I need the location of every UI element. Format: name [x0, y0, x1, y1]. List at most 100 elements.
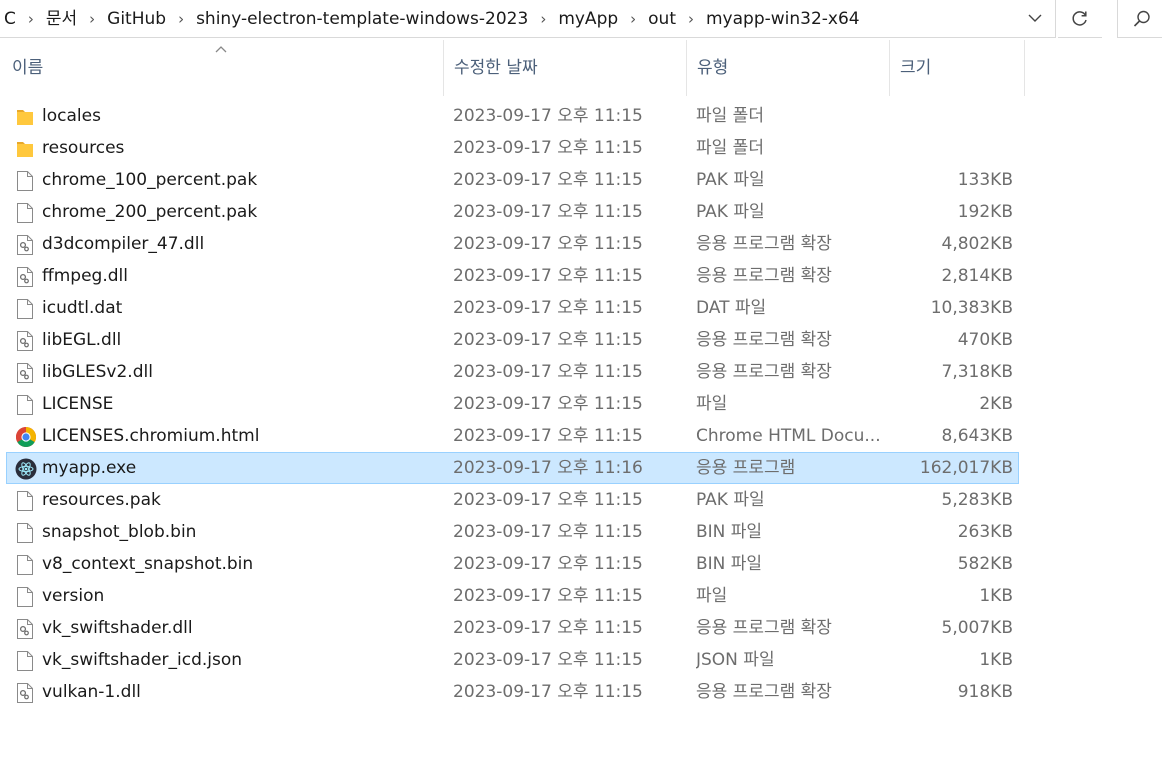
breadcrumb-item[interactable]: myApp [552, 1, 624, 37]
file-name: ffmpeg.dll [42, 266, 128, 286]
column-header-name[interactable]: 이름 [0, 40, 443, 96]
file-date: 2023-09-17 오후 11:15 [453, 202, 643, 222]
file-row[interactable]: d3dcompiler_47.dll 2023-09-17 오후 11:15 응용 … [6, 228, 1019, 260]
file-date: 2023-09-17 오후 11:15 [453, 330, 643, 350]
file-row[interactable]: libEGL.dll 2023-09-17 오후 11:15 응용 프로그램 확장 4… [6, 324, 1019, 356]
file-icon [15, 170, 35, 192]
file-icon [15, 298, 35, 320]
file-size: 918KB [957, 682, 1013, 702]
file-icon [15, 394, 35, 416]
file-type: Chrome HTML Docu... [696, 426, 881, 446]
file-size: 2,814KB [941, 266, 1013, 286]
address-history-dropdown[interactable] [1016, 0, 1054, 36]
file-row[interactable]: chrome_100_percent.pak 2023-09-17 오후 11:1… [6, 164, 1019, 196]
file-date: 2023-09-17 오후 11:15 [453, 170, 643, 190]
file-name: vk_swiftshader_icd.json [42, 650, 243, 670]
file-row[interactable]: v8_context_snapshot.bin 2023-09-17 오후 11:… [6, 548, 1019, 580]
folder-icon [15, 106, 35, 128]
dll-icon [15, 682, 35, 704]
file-name: resources.pak [42, 490, 161, 510]
file-name: locales [42, 106, 101, 126]
file-row[interactable]: version 2023-09-17 오후 11:15 파일 1KB [6, 580, 1019, 612]
file-type: JSON 파일 [696, 650, 775, 670]
file-type: DAT 파일 [696, 298, 767, 318]
file-date: 2023-09-17 오후 11:15 [453, 362, 643, 382]
column-header-date[interactable]: 수정한 날짜 [443, 40, 686, 96]
breadcrumb-chevron-icon[interactable]: › [624, 1, 642, 37]
file-row[interactable]: myapp.exe 2023-09-17 오후 11:16 응용 프로그램 162,0… [6, 452, 1019, 484]
file-size: 192KB [957, 202, 1013, 222]
breadcrumb-chevron-icon[interactable]: › [534, 1, 552, 37]
breadcrumb-item[interactable]: myapp-win32-x64 [700, 1, 866, 37]
file-name: snapshot_blob.bin [42, 522, 197, 542]
column-header-type[interactable]: 유형 [686, 40, 889, 96]
breadcrumb-chevron-icon[interactable]: › [682, 1, 700, 37]
file-row[interactable]: vulkan-1.dll 2023-09-17 오후 11:15 응용 프로그램 확… [6, 676, 1019, 708]
dll-icon [15, 234, 35, 256]
dll-icon [15, 330, 35, 352]
file-row[interactable]: resources 2023-09-17 오후 11:15 파일 폴더 [6, 132, 1019, 164]
file-size: 4,802KB [941, 234, 1013, 254]
breadcrumb-item[interactable]: 문서 [40, 1, 83, 37]
file-date: 2023-09-17 오후 11:15 [453, 298, 643, 318]
column-header-size[interactable]: 크기 [889, 40, 1025, 96]
file-size: 133KB [957, 170, 1013, 190]
file-row[interactable]: LICENSES.chromium.html 2023-09-17 오후 11:1… [6, 420, 1019, 452]
file-date: 2023-09-17 오후 11:16 [453, 458, 643, 478]
refresh-icon [1072, 10, 1087, 26]
file-name: d3dcompiler_47.dll [42, 234, 205, 254]
file-name: LICENSES.chromium.html [42, 426, 260, 446]
file-icon [15, 202, 35, 224]
file-type: 응용 프로그램 확장 [696, 234, 832, 254]
breadcrumb-item[interactable]: GitHub [101, 1, 172, 37]
file-row[interactable]: resources.pak 2023-09-17 오후 11:15 PAK 파일 5,… [6, 484, 1019, 516]
file-name: libEGL.dll [42, 330, 122, 350]
file-size: 5,007KB [941, 618, 1013, 638]
file-row[interactable]: locales 2023-09-17 오후 11:15 파일 폴더 [6, 100, 1019, 132]
search-box[interactable] [1117, 0, 1162, 38]
file-type: 응용 프로그램 확장 [696, 266, 832, 286]
file-row[interactable]: snapshot_blob.bin 2023-09-17 오후 11:15 BIN … [6, 516, 1019, 548]
file-size: 2KB [979, 394, 1013, 414]
file-date: 2023-09-17 오후 11:15 [453, 266, 643, 286]
file-row[interactable]: vk_swiftshader_icd.json 2023-09-17 오후 11:… [6, 644, 1019, 676]
file-row[interactable]: LICENSE 2023-09-17 오후 11:15 파일 2KB [6, 388, 1019, 420]
file-type: 응용 프로그램 확장 [696, 682, 832, 702]
file-date: 2023-09-17 오후 11:15 [453, 490, 643, 510]
file-type: PAK 파일 [696, 202, 765, 222]
file-date: 2023-09-17 오후 11:15 [453, 650, 643, 670]
breadcrumb-item[interactable]: shiny-electron-template-windows-2023 [190, 1, 534, 37]
file-row[interactable]: icudtl.dat 2023-09-17 오후 11:15 DAT 파일 10,38… [6, 292, 1019, 324]
file-row[interactable]: libGLESv2.dll 2023-09-17 오후 11:15 응용 프로그램 … [6, 356, 1019, 388]
file-name: chrome_200_percent.pak [42, 202, 258, 222]
file-type: BIN 파일 [696, 554, 763, 574]
file-date: 2023-09-17 오후 11:15 [453, 682, 643, 702]
file-size: 10,383KB [930, 298, 1013, 318]
breadcrumb-item[interactable]: out [642, 1, 682, 37]
breadcrumb[interactable]: C › 문서 › GitHub › shiny-electron-template-wind… [0, 0, 1056, 38]
file-date: 2023-09-17 오후 11:15 [453, 426, 643, 446]
file-type: 파일 [696, 586, 728, 606]
file-name: version [42, 586, 105, 606]
dll-icon [15, 362, 35, 384]
file-name: LICENSE [42, 394, 114, 414]
file-name: v8_context_snapshot.bin [42, 554, 254, 574]
breadcrumb-chevron-icon[interactable]: › [83, 1, 101, 37]
folder-icon [15, 138, 35, 160]
file-row[interactable]: chrome_200_percent.pak 2023-09-17 오후 11:1… [6, 196, 1019, 228]
file-date: 2023-09-17 오후 11:15 [453, 138, 643, 158]
breadcrumb-item[interactable]: C [0, 1, 22, 37]
file-name: libGLESv2.dll [42, 362, 153, 382]
file-row[interactable]: ffmpeg.dll 2023-09-17 오후 11:15 응용 프로그램 확장 2… [6, 260, 1019, 292]
file-icon [15, 522, 35, 544]
refresh-button[interactable] [1058, 0, 1102, 38]
dll-icon [15, 266, 35, 288]
file-size: 5,283KB [941, 490, 1013, 510]
breadcrumb-chevron-icon[interactable]: › [22, 1, 40, 37]
file-row[interactable]: vk_swiftshader.dll 2023-09-17 오후 11:15 응용 … [6, 612, 1019, 644]
file-name: vk_swiftshader.dll [42, 618, 193, 638]
file-name: resources [42, 138, 125, 158]
dll-icon [15, 618, 35, 640]
file-icon [15, 554, 35, 576]
breadcrumb-chevron-icon[interactable]: › [172, 1, 190, 37]
